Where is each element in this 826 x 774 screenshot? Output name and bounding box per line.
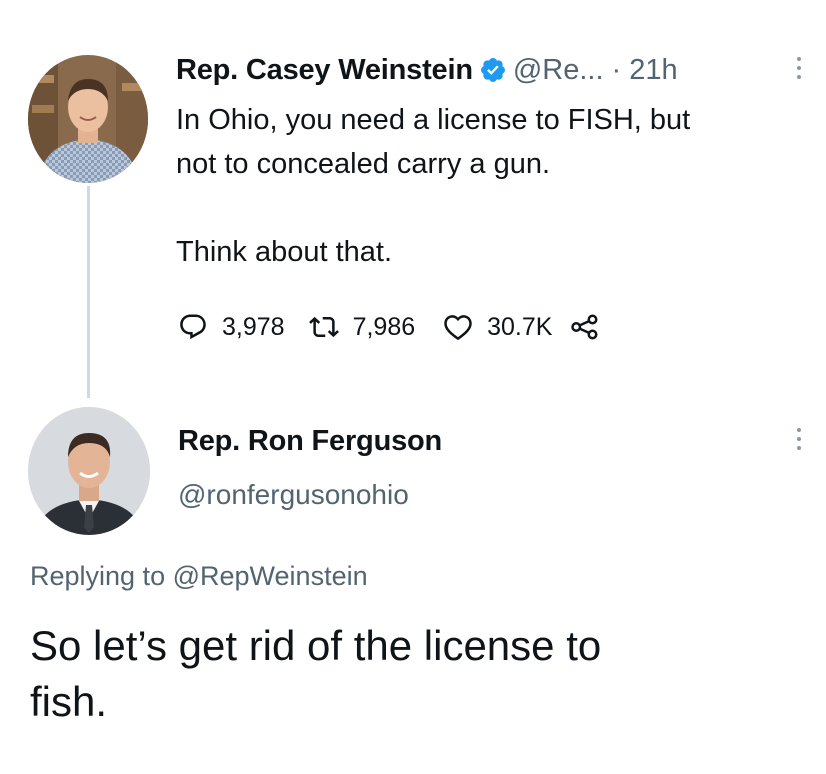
- replying-to-prefix: Replying to: [30, 561, 166, 591]
- tweet-text-line: not to concealed carry a gun.: [176, 148, 551, 180]
- tweet-header: Rep. Casey Weinstein @Re... · 21h: [176, 50, 678, 90]
- thread-connector-line: [87, 186, 90, 398]
- reply-author-handle[interactable]: @ronfergusonohio: [178, 479, 409, 511]
- avatar-image: [28, 407, 150, 535]
- tweet-text-line: Think about that.: [176, 236, 393, 268]
- avatar-ron-ferguson[interactable]: [28, 407, 150, 535]
- reply-text: So let’s get rid of the license to fish.: [30, 618, 790, 730]
- replying-to-line: Replying to @RepWeinstein: [30, 561, 368, 592]
- retweet-button[interactable]: 7,986: [308, 312, 416, 342]
- verified-badge-icon: [479, 56, 507, 84]
- replying-to-mention[interactable]: @RepWeinstein: [173, 561, 368, 591]
- time-separator: ·: [611, 53, 622, 86]
- like-count: 30.7K: [487, 312, 553, 341]
- reply-button[interactable]: 3,978: [178, 312, 285, 342]
- tweet-time[interactable]: 21h: [629, 54, 677, 87]
- tweet-text: In Ohio, you need a license to FISH, but…: [176, 98, 796, 274]
- reply-author-name[interactable]: Rep. Ron Ferguson: [178, 425, 442, 458]
- reply-icon: [180, 314, 206, 340]
- more-icon[interactable]: [793, 428, 805, 450]
- author-name[interactable]: Rep. Casey Weinstein: [176, 54, 473, 87]
- avatar-casey-weinstein[interactable]: [28, 55, 148, 183]
- reply-text-line: So let’s get rid of the license to: [30, 622, 602, 669]
- reply-count: 3,978: [222, 312, 285, 341]
- share-icon: [571, 314, 598, 340]
- reply-text-line: fish.: [30, 678, 108, 725]
- tweet-text-line: In Ohio, you need a license to FISH, but: [176, 104, 691, 136]
- avatar-image: [28, 55, 148, 183]
- retweet-icon: [308, 316, 339, 338]
- more-icon[interactable]: [793, 57, 805, 79]
- like-button[interactable]: 30.7K: [443, 312, 552, 342]
- like-icon: [444, 315, 472, 341]
- retweet-count: 7,986: [352, 312, 416, 341]
- author-handle[interactable]: @Re...: [513, 54, 604, 87]
- share-button[interactable]: [570, 312, 600, 342]
- tweet-actions: 3,978 7,986 30.7K: [178, 307, 600, 347]
